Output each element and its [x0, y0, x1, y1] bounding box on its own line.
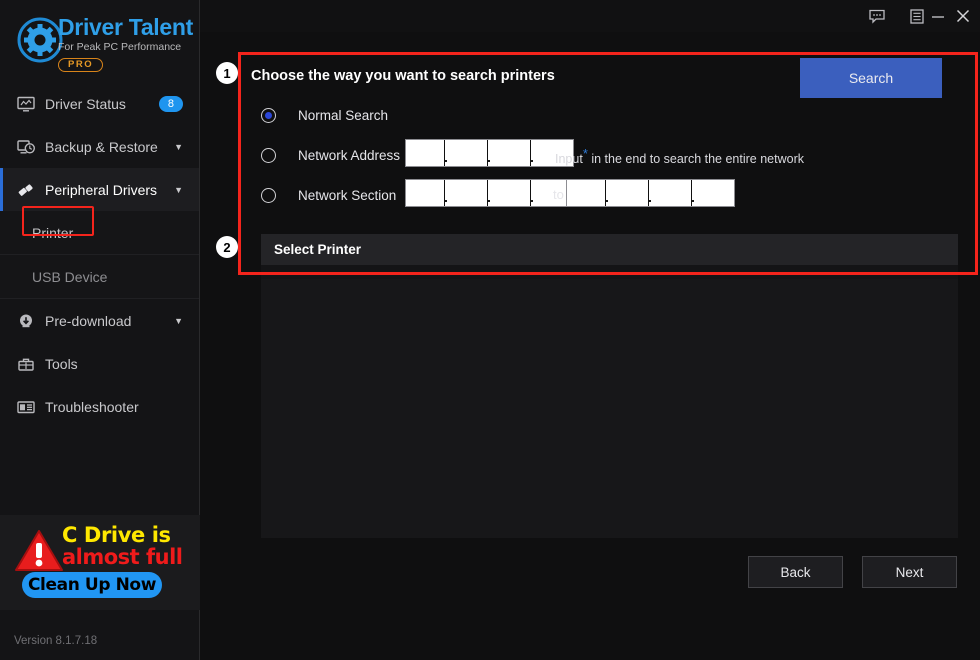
search-button[interactable]: Search	[800, 58, 942, 98]
octet-dot	[531, 140, 535, 166]
hint-after: in the end to search the entire network	[591, 152, 804, 167]
octet-dot	[606, 180, 610, 206]
step-1-badge: 1	[216, 62, 238, 84]
gear-logo-icon	[16, 16, 64, 64]
brand-edition-badge: PRO	[58, 58, 104, 72]
chevron-down-icon[interactable]: ▼	[174, 142, 183, 152]
troubleshoot-icon	[16, 398, 36, 416]
octet-dot	[488, 180, 492, 206]
option-label: Network Section	[298, 187, 397, 203]
network-section-from-octet-3[interactable]	[492, 180, 530, 206]
sidebar-item-troubleshooter[interactable]: Troubleshooter	[0, 385, 199, 428]
sidebar-item-label: Pre-download	[45, 312, 132, 329]
clean-up-now-button[interactable]: Clean Up Now	[22, 572, 162, 598]
option-label: Normal Search	[298, 107, 389, 123]
sidebar-subitem-label: Printer	[32, 224, 74, 241]
printer-list-header-strip	[261, 265, 958, 279]
octet-dot	[488, 140, 492, 166]
sidebar-item-label: Peripheral Drivers	[45, 181, 158, 198]
network-section-to-octet-4[interactable]	[696, 180, 734, 206]
octet-dot	[649, 180, 653, 206]
network-address-octet-3[interactable]	[492, 140, 530, 166]
network-address-input-group[interactable]	[405, 139, 574, 167]
app-logo: Driver Talent For Peak PC Performance PR…	[0, 0, 199, 82]
select-printer-header: Select Printer	[261, 234, 958, 265]
driver-status-badge: 8	[158, 95, 183, 112]
network-section-from-octet-1[interactable]	[406, 180, 444, 206]
printer-list-panel[interactable]	[261, 265, 958, 538]
brand-tagline: For Peak PC Performance	[58, 41, 182, 53]
option-label: Network Address	[298, 147, 401, 163]
back-button[interactable]: Back	[748, 556, 843, 588]
network-section-to-octet-1[interactable]	[567, 180, 605, 206]
titlebar	[200, 0, 980, 32]
network-hint-text: Input* in the end to search the entire n…	[555, 146, 804, 166]
close-icon[interactable]	[948, 2, 978, 30]
network-section-to-group[interactable]	[566, 179, 735, 207]
brand-primary: Driver	[58, 14, 123, 40]
network-section-from-group[interactable]	[405, 179, 574, 207]
range-to-label: to	[553, 187, 564, 202]
sidebar-item-tools[interactable]: Tools	[0, 342, 199, 385]
chevron-down-icon[interactable]: ▼	[174, 316, 183, 326]
network-address-octet-1[interactable]	[406, 140, 444, 166]
option-network-section[interactable]: Network Section	[261, 184, 396, 206]
network-section-from-octet-2[interactable]	[449, 180, 487, 206]
radio-normal-search[interactable]	[261, 107, 276, 123]
hint-before: Input	[555, 152, 583, 167]
sidebar-item-pre-download[interactable]: Pre-download ▼	[0, 299, 199, 342]
section-title: Choose the way you want to search printe…	[251, 68, 555, 84]
monitor-icon	[16, 95, 36, 113]
brand-secondary: Talent	[122, 14, 194, 40]
option-normal-search[interactable]: Normal Search	[261, 104, 388, 126]
octet-dot	[445, 180, 449, 206]
chat-bubble-icon[interactable]	[862, 2, 892, 30]
network-section-to-octet-2[interactable]	[610, 180, 648, 206]
octet-dot	[692, 180, 696, 206]
sidebar-item-backup-restore[interactable]: Backup & Restore ▼	[0, 125, 199, 168]
radio-network-section[interactable]	[261, 187, 276, 203]
sidebar-item-usb-device[interactable]: USB Device	[0, 255, 199, 298]
step-2-badge: 2	[216, 236, 238, 258]
octet-dot	[445, 140, 449, 166]
option-network-address[interactable]: Network Address	[261, 144, 400, 166]
hint-asterisk: *	[582, 146, 588, 161]
select-printer-label: Select Printer	[274, 242, 362, 257]
driver-talent-window: Driver Talent For Peak PC Performance PR…	[0, 0, 980, 660]
warning-triangle-icon	[14, 528, 64, 573]
radio-network-address[interactable]	[261, 147, 276, 163]
brand-name: Driver Talent	[58, 14, 193, 40]
sidebar: Driver Talent For Peak PC Performance PR…	[0, 0, 200, 660]
network-section-to-octet-3[interactable]	[653, 180, 691, 206]
clean-up-ad-banner[interactable]: C Drive is almost full Clean Up Now	[0, 515, 200, 610]
ad-line-2: almost full	[62, 545, 183, 569]
sidebar-item-peripheral-drivers[interactable]: Peripheral Drivers ▼	[0, 168, 199, 211]
cloud-download-icon	[16, 312, 36, 330]
ad-line-1: C Drive is	[62, 523, 171, 547]
usb-plug-icon	[16, 181, 36, 199]
toolbox-icon	[16, 355, 36, 373]
brand-text: Driver Talent For Peak PC Performance PR…	[58, 14, 193, 72]
version-label: Version 8.1.7.18	[14, 635, 98, 647]
octet-dot	[531, 180, 535, 206]
sidebar-item-driver-status[interactable]: Driver Status 8	[0, 82, 199, 125]
sidebar-item-label: Troubleshooter	[45, 398, 139, 415]
next-button[interactable]: Next	[862, 556, 957, 588]
network-address-octet-2[interactable]	[449, 140, 487, 166]
sidebar-subitem-label: USB Device	[32, 268, 108, 285]
sidebar-item-label: Tools	[45, 355, 78, 372]
sidebar-item-printer[interactable]: Printer	[0, 211, 199, 254]
sidebar-item-label: Driver Status	[45, 95, 126, 112]
chevron-down-icon[interactable]: ▼	[174, 185, 183, 195]
backup-clock-icon	[16, 138, 36, 156]
sidebar-item-label: Backup & Restore	[45, 138, 158, 155]
